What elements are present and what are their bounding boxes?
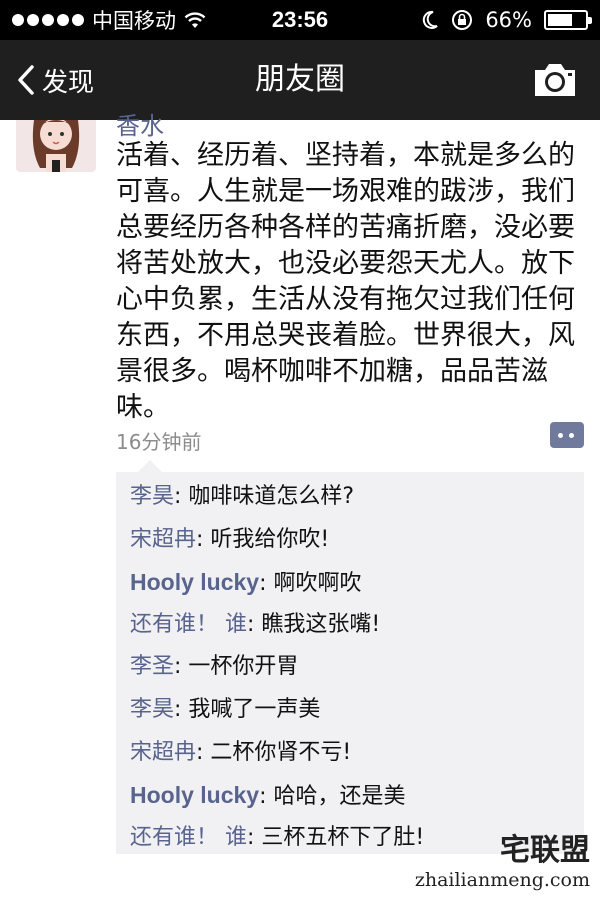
comment-text: : 啊吹啊吹 (259, 571, 362, 597)
comment-list: 李昊: 咖啡味道怎么样? 宋超冉: 听我给你吹! Hooly lucky: 啊吹… (116, 460, 584, 854)
status-right: 66% (421, 0, 592, 40)
comment-item[interactable]: 李昊: 我喊了一声美 (116, 689, 584, 732)
comment-author[interactable]: 李圣 (130, 654, 174, 679)
comment-item[interactable]: Hooly lucky: 哈哈，还是美 (116, 774, 584, 817)
comment-author[interactable]: Hooly lucky (130, 569, 259, 595)
comment-item[interactable]: 李圣: 一杯你开胃 (116, 646, 584, 689)
comment-text: : 二杯你肾不亏! (196, 739, 352, 765)
watermark: 宅联盟 zhailianmeng.com (390, 834, 590, 892)
watermark-url: zhailianmeng.com (414, 869, 590, 891)
battery-fill (548, 14, 572, 26)
post-content: 活着、经历着、坚持着，本就是多么的可喜。人生就是一场艰难的跋涉，我们总要经历各种… (116, 140, 575, 423)
comment-item[interactable]: 宋超冉: 二杯你肾不亏! (116, 732, 584, 775)
comment-author[interactable]: Hooly lucky (130, 782, 259, 808)
wifi-icon (184, 12, 206, 28)
comment-item[interactable]: 李昊: 咖啡味道怎么样? (116, 476, 584, 519)
nav-bar: 发现 朋友圈 (0, 40, 600, 120)
comment-text: : 我喊了一声美 (174, 696, 321, 722)
comment-author[interactable]: 宋超冉 (130, 740, 196, 765)
comment-item[interactable]: 宋超冉: 听我给你吹! (116, 519, 584, 562)
camera-icon[interactable] (532, 60, 578, 100)
battery-icon (544, 10, 592, 30)
watermark-logo: 宅联盟 (500, 833, 590, 868)
post-username[interactable]: 香水 (116, 106, 164, 141)
signal-icon (12, 14, 84, 26)
comment-author[interactable]: 李昊 (130, 697, 174, 722)
moment-post: 香水 活着、经历着、坚持着，本就是多么的可喜。人生就是一场艰难的跋涉，我们总要经… (0, 112, 600, 900)
comment-text: : 一杯你开胃 (174, 654, 299, 680)
comment-author[interactable]: 宋超冉 (130, 527, 196, 552)
comment-author[interactable]: 还有谁！ 谁 (130, 612, 247, 637)
back-button[interactable]: 发现 (16, 40, 94, 120)
comment-author[interactable]: 李昊 (130, 484, 174, 509)
comment-text: : 哈哈，还是美 (259, 784, 406, 810)
comment-item[interactable]: 还有谁！ 谁: 瞧我这张嘴! (116, 604, 584, 647)
comment-author[interactable]: 还有谁！ 谁 (130, 825, 247, 850)
status-bar: 中国移动 23:56 66% (0, 0, 600, 40)
comment-text: : 瞧我这张嘴! (247, 611, 381, 637)
status-left: 中国移动 (12, 0, 206, 40)
moon-icon (423, 10, 438, 29)
rotation-lock-icon (452, 10, 473, 30)
avatar[interactable] (16, 120, 96, 172)
comment-button[interactable] (550, 422, 584, 448)
chevron-left-icon (18, 65, 34, 95)
post-time: 16分钟前 (116, 430, 202, 454)
comment-item[interactable]: Hooly lucky: 啊吹啊吹 (116, 561, 584, 604)
carrier-name: 中国移动 (92, 9, 176, 33)
comment-text: : 听我给你吹! (196, 526, 330, 552)
comment-text: : 咖啡味道怎么样? (174, 484, 355, 509)
battery-percent: 66% (485, 8, 532, 32)
back-label: 发现 (42, 67, 95, 98)
